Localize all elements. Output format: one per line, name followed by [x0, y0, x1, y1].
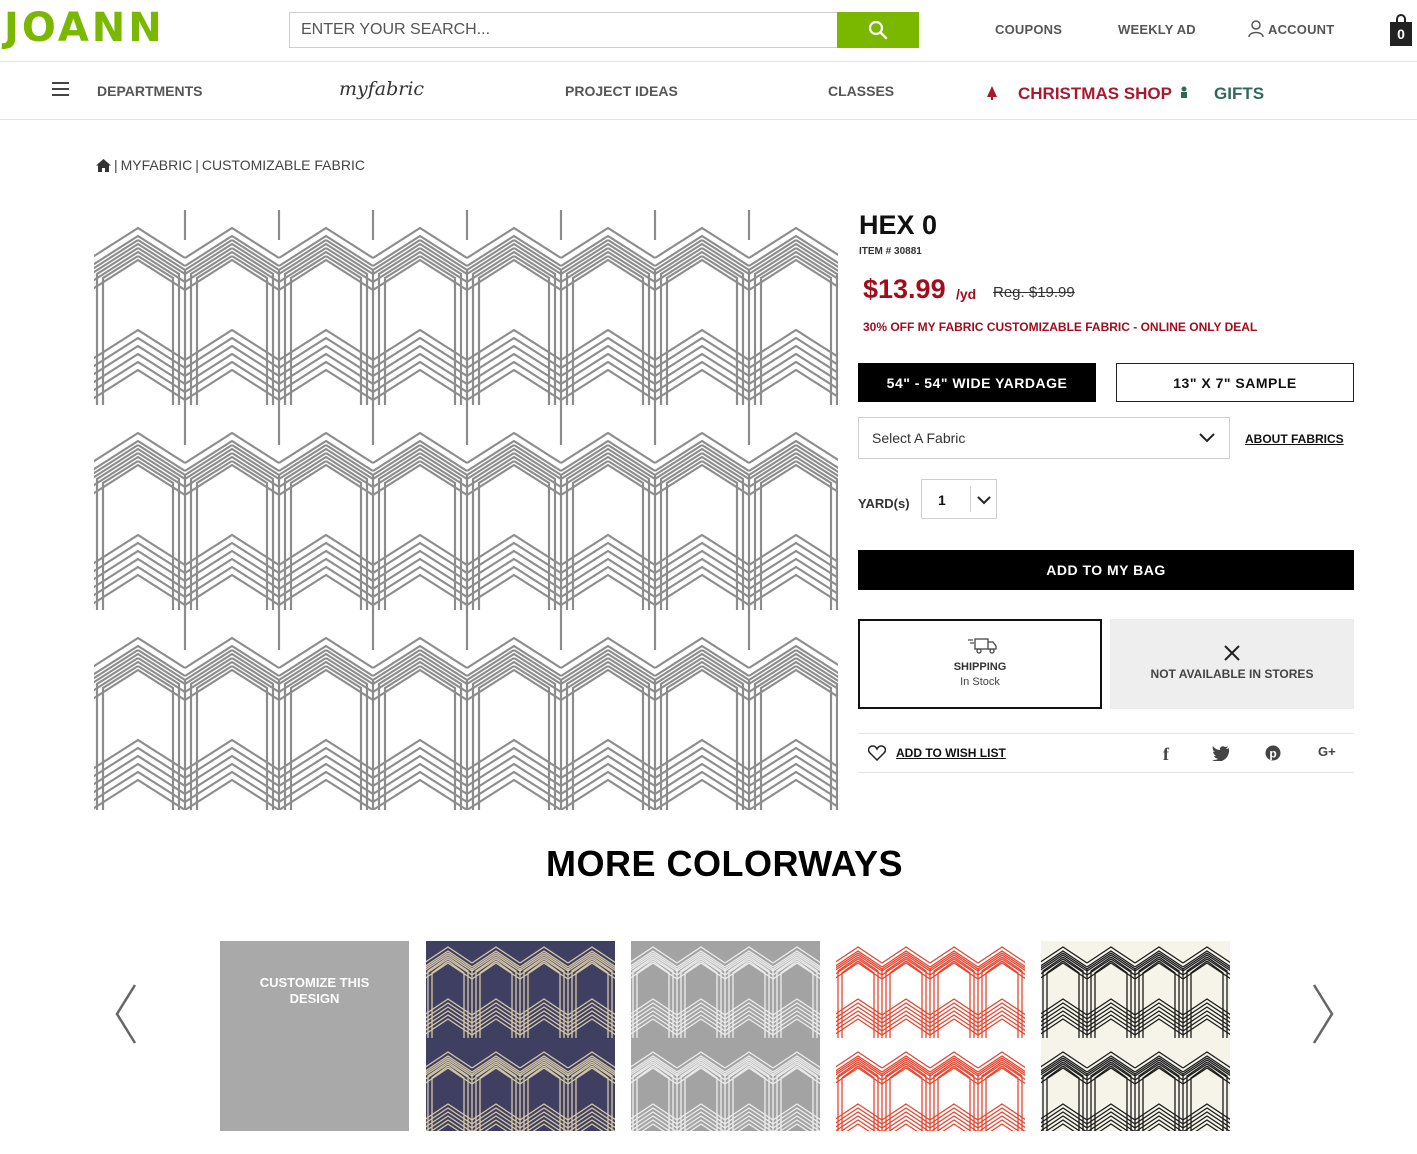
yard-label: YARD(s) [858, 496, 910, 511]
fabric-select[interactable]: Select A Fabric [858, 417, 1230, 459]
customize-design-tile[interactable]: CUSTOMIZE THIS DESIGN [220, 941, 409, 1131]
weekly-ad-link[interactable]: WEEKLY AD [1118, 22, 1196, 37]
christmas-tree-icon [987, 86, 997, 100]
coupons-link[interactable]: COUPONS [995, 22, 1062, 37]
chevron-down-icon [1199, 433, 1215, 443]
colorway-swatch[interactable] [836, 941, 1025, 1131]
shopping-bag-button[interactable]: 0 [1390, 14, 1412, 46]
item-number: ITEM # 30881 [859, 246, 922, 257]
carousel-prev-arrow-icon[interactable] [113, 983, 139, 1045]
breadcrumb-myfabric[interactable]: MYFABRIC [121, 157, 193, 173]
shipping-title: SHIPPING [953, 661, 1007, 673]
add-to-wish-list-link[interactable]: ADD TO WISH LIST [868, 745, 1006, 761]
regular-price: Reg. $19.99 [993, 284, 1075, 301]
breadcrumb-customizable-fabric[interactable]: CUSTOMIZABLE FABRIC [202, 157, 365, 173]
about-fabrics-link[interactable]: ABOUT FABRICS [1245, 432, 1344, 446]
twitter-icon[interactable] [1212, 746, 1230, 761]
site-header: JOANN COUPONS WEEKLY AD ACCOUNT 0 [0, 0, 1417, 62]
user-icon [1248, 20, 1264, 38]
product-image[interactable] [94, 210, 838, 810]
hamburger-menu-icon[interactable] [52, 82, 69, 96]
add-to-bag-button[interactable]: ADD TO MY BAG [858, 550, 1354, 590]
colorway-swatch-pattern [631, 941, 820, 1131]
breadcrumb: | MYFABRIC | CUSTOMIZABLE FABRIC [96, 157, 365, 173]
heart-icon [868, 745, 886, 761]
facebook-icon[interactable]: f [1163, 744, 1169, 765]
breadcrumb-separator: | [114, 157, 118, 173]
nav-myfabric[interactable]: myfabric [339, 78, 424, 100]
price-unit: /yd [956, 286, 977, 302]
main-nav: DEPARTMENTS myfabric PROJECT IDEAS CLASS… [0, 62, 1417, 120]
shipping-option[interactable]: SHIPPING In Stock [858, 619, 1102, 709]
store-status: NOT AVAILABLE IN STORES [1150, 667, 1314, 681]
carousel-next-arrow-icon[interactable] [1310, 983, 1336, 1045]
nav-classes[interactable]: CLASSES [828, 83, 894, 99]
colorway-swatch[interactable] [1041, 941, 1230, 1131]
option-sample-button[interactable]: 13" X 7" SAMPLE [1116, 363, 1354, 402]
shipping-status: In Stock [960, 676, 1000, 688]
search-bar [289, 12, 919, 48]
svg-text:p: p [1269, 747, 1276, 761]
product-title: HEX 0 [859, 210, 938, 240]
nav-project-ideas[interactable]: PROJECT IDEAS [565, 83, 678, 99]
shipping-truck-icon [968, 638, 997, 654]
colorway-swatch-pattern [836, 941, 1025, 1131]
account-link[interactable]: ACCOUNT [1248, 20, 1334, 38]
gift-figure-icon [1181, 86, 1187, 98]
pinterest-icon[interactable]: p [1265, 745, 1281, 761]
hex-pattern [94, 210, 838, 810]
colorway-swatch[interactable] [631, 941, 820, 1131]
breadcrumb-separator: | [195, 157, 199, 173]
nav-departments[interactable]: DEPARTMENTS [97, 83, 203, 99]
colorway-swatch-pattern [426, 941, 615, 1131]
colorway-swatch[interactable] [426, 941, 615, 1131]
search-button[interactable] [837, 12, 919, 48]
account-label: ACCOUNT [1268, 21, 1335, 37]
share-row: ADD TO WISH LIST f p G+ [858, 733, 1354, 773]
bag-count: 0 [1390, 22, 1412, 46]
fabric-select-value: Select A Fabric [872, 430, 966, 446]
nav-gifts[interactable]: GIFTS [1214, 84, 1264, 104]
home-icon[interactable] [96, 158, 111, 172]
search-icon [868, 20, 888, 40]
google-plus-icon[interactable]: G+ [1318, 744, 1336, 759]
promo-text: 30% OFF MY FABRIC CUSTOMIZABLE FABRIC - … [863, 320, 1258, 334]
customize-label: CUSTOMIZE THIS DESIGN [259, 975, 370, 1006]
joann-logo[interactable]: JOANN [4, 6, 165, 50]
quantity-value: 1 [938, 492, 946, 508]
more-colorways-title: MORE COLORWAYS [545, 843, 904, 884]
nav-christmas-shop[interactable]: CHRISTMAS SHOP [1018, 84, 1172, 104]
quantity-select[interactable]: 1 [921, 479, 997, 519]
wish-list-label: ADD TO WISH LIST [896, 746, 1006, 760]
close-icon [1224, 645, 1240, 661]
chevron-down-icon [977, 496, 991, 505]
option-wide-yardage-button[interactable]: 54" - 54" WIDE YARDAGE [858, 363, 1096, 402]
search-input[interactable] [290, 13, 838, 47]
sale-price: $13.99 [863, 274, 946, 304]
colorway-swatch-pattern [1041, 941, 1230, 1131]
store-pickup-option: NOT AVAILABLE IN STORES [1110, 619, 1354, 709]
